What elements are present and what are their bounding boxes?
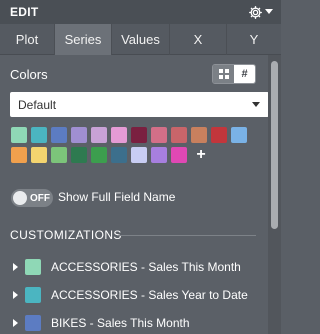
settings-menu-button[interactable]	[248, 5, 273, 20]
tab-y[interactable]: Y	[227, 24, 281, 55]
series-label: ACCESSORIES - Sales Year to Date	[51, 288, 248, 302]
toggle-knob	[13, 191, 27, 205]
palette-select-value: Default	[18, 97, 57, 112]
color-swatch[interactable]	[51, 147, 67, 163]
color-swatch[interactable]	[111, 147, 127, 163]
toggle-state-text: OFF	[30, 192, 50, 204]
color-swatch[interactable]	[71, 147, 87, 163]
series-item[interactable]: ACCESSORIES - Sales This Month	[10, 257, 268, 277]
add-color-button[interactable]: +	[194, 147, 208, 163]
caret-down-icon	[265, 9, 273, 14]
color-swatch[interactable]	[111, 127, 127, 143]
panel-header: EDIT	[0, 0, 281, 24]
scrollbar-thumb[interactable]	[271, 61, 278, 229]
customizations-title: CUSTOMIZATIONS	[10, 228, 122, 242]
color-swatch[interactable]	[31, 147, 47, 163]
grid-view-button[interactable]	[213, 65, 234, 83]
tab-series[interactable]: Series	[55, 24, 112, 55]
tab-values[interactable]: Values	[112, 24, 170, 55]
color-swatch[interactable]	[131, 147, 147, 163]
series-color-swatch[interactable]	[25, 287, 41, 303]
full-field-name-toggle[interactable]: OFF	[11, 189, 53, 207]
chevron-down-icon	[252, 102, 260, 107]
color-swatch[interactable]	[151, 127, 167, 143]
caret-right-icon[interactable]	[13, 291, 18, 299]
color-swatch[interactable]	[91, 147, 107, 163]
full-field-name-label: Show Full Field Name	[58, 190, 176, 204]
color-swatch[interactable]	[11, 147, 27, 163]
grid-icon	[218, 69, 229, 79]
hex-view-button[interactable]: #	[234, 65, 255, 83]
color-swatch[interactable]	[151, 147, 167, 163]
panel-title: EDIT	[10, 5, 39, 19]
color-swatch[interactable]	[11, 127, 27, 143]
color-swatch[interactable]	[171, 127, 187, 143]
caret-right-icon[interactable]	[13, 319, 18, 327]
series-color-swatch[interactable]	[25, 315, 41, 331]
color-swatch[interactable]	[171, 147, 187, 163]
color-swatch[interactable]	[31, 127, 47, 143]
series-item[interactable]: ACCESSORIES - Sales Year to Date	[10, 285, 268, 305]
color-swatch[interactable]	[231, 127, 247, 143]
color-swatch[interactable]	[71, 127, 87, 143]
series-item[interactable]: BIKES - Sales This Month	[10, 313, 268, 333]
series-label: ACCESSORIES - Sales This Month	[51, 260, 241, 274]
section-divider	[118, 235, 256, 236]
tab-x[interactable]: X	[170, 24, 227, 55]
color-swatch[interactable]	[91, 127, 107, 143]
caret-right-icon[interactable]	[13, 263, 18, 271]
series-color-swatch[interactable]	[25, 259, 41, 275]
colors-label: Colors	[10, 67, 48, 82]
color-swatch[interactable]	[131, 127, 147, 143]
series-label: BIKES - Sales This Month	[51, 316, 190, 330]
gear-icon	[249, 5, 262, 19]
edit-panel: EDIT Plot Series Values X Y Colors # Def…	[0, 0, 281, 334]
color-swatch[interactable]	[51, 127, 67, 143]
color-swatch[interactable]	[211, 127, 227, 143]
color-swatch[interactable]	[191, 127, 207, 143]
color-view-toggle: #	[212, 64, 256, 84]
palette-select[interactable]: Default	[10, 92, 269, 117]
tab-bar: Plot Series Values X Y	[0, 24, 281, 55]
scrollbar[interactable]	[268, 55, 281, 334]
tab-plot[interactable]: Plot	[0, 24, 55, 55]
